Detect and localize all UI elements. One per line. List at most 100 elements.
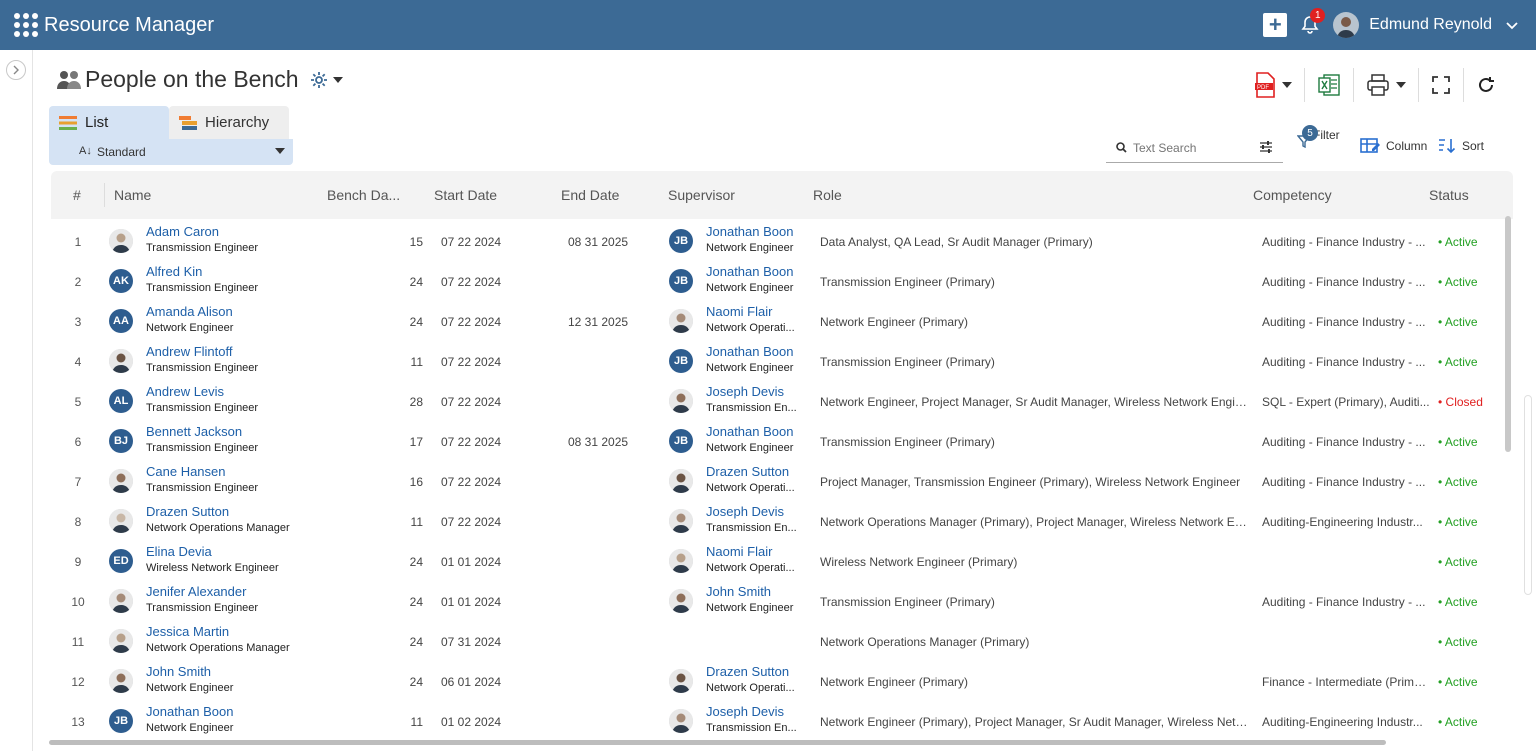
excel-export-button[interactable]: [1305, 68, 1354, 102]
col-header-competency[interactable]: Competency: [1253, 187, 1332, 203]
supervisor-name-link[interactable]: Joseph Devis: [706, 704, 784, 719]
refresh-button[interactable]: [1464, 68, 1508, 102]
col-header-supervisor[interactable]: Supervisor: [668, 187, 735, 203]
competency: Auditing - Finance Industry - ...: [1262, 595, 1426, 609]
view-select[interactable]: A↓ Standard: [49, 139, 293, 165]
role: Transmission Engineer (Primary): [820, 595, 995, 609]
bench-days: 24: [409, 635, 423, 649]
col-header-role[interactable]: Role: [813, 187, 842, 203]
column-button[interactable]: Column: [1360, 137, 1427, 155]
table-row[interactable]: 2 AK Alfred Kin Transmission Engineer 24 07 2…: [51, 259, 1513, 299]
print-button[interactable]: [1354, 68, 1419, 102]
supervisor-name-link[interactable]: Jonathan Boon: [706, 224, 793, 239]
table-row[interactable]: 5 AL Andrew Levis Transmission Engineer 28 07…: [51, 379, 1513, 419]
competency: Auditing - Finance Industry - ...: [1262, 435, 1426, 449]
role: Project Manager, Transmission Engineer (…: [820, 475, 1241, 489]
table-row[interactable]: 1 Adam Caron Transmission Engineer 15 07 22 …: [51, 219, 1513, 259]
page-settings-button[interactable]: [309, 70, 343, 90]
supervisor-name-link[interactable]: John Smith: [706, 584, 771, 599]
person-name-link[interactable]: Jessica Martin: [146, 624, 229, 639]
search-input[interactable]: [1133, 140, 1253, 155]
competency: Auditing - Finance Industry - ...: [1262, 275, 1426, 289]
user-name[interactable]: Edmund Reynold: [1369, 16, 1492, 34]
person-name-link[interactable]: Andrew Levis: [146, 384, 224, 399]
status-label: Active: [1444, 275, 1478, 289]
person-name-link[interactable]: John Smith: [146, 664, 211, 679]
horizontal-scrollbar[interactable]: [49, 740, 1386, 745]
start-date: 01 02 2024: [441, 715, 502, 729]
person-name-link[interactable]: Bennett Jackson: [146, 424, 242, 439]
avatar: [109, 229, 133, 253]
col-header-end-date[interactable]: End Date: [561, 187, 619, 203]
bench-days: 17: [409, 435, 423, 449]
status-badge: • Closed: [1438, 395, 1483, 409]
user-avatar[interactable]: [1333, 12, 1360, 38]
apps-grid-icon[interactable]: [14, 13, 38, 37]
chevron-right-icon: [13, 65, 19, 75]
sort-button[interactable]: Sort: [1438, 137, 1484, 155]
bench-days: 24: [409, 315, 423, 329]
table-row[interactable]: 11 Jessica Martin Network Operations Manag…: [51, 619, 1513, 659]
top-bar: Resource Manager + 1 Edmund Reynold: [0, 0, 1536, 50]
person-name-link[interactable]: Amanda Alison: [146, 304, 233, 319]
person-name-link[interactable]: Alfred Kin: [146, 264, 202, 279]
avatar: BJ: [109, 429, 133, 453]
person-name-link[interactable]: Jonathan Boon: [146, 704, 233, 719]
table-row[interactable]: 10 Jenifer Alexander Transmission Engineer…: [51, 579, 1513, 619]
col-header-num[interactable]: #: [73, 187, 81, 203]
pdf-export-button[interactable]: PDF: [1242, 68, 1305, 102]
col-header-name[interactable]: Name: [114, 187, 151, 203]
table-row[interactable]: 3 AA Amanda Alison Network Engineer 24 07 22 …: [51, 299, 1513, 339]
person-name-link[interactable]: Andrew Flintoff: [146, 344, 232, 359]
col-header-bench-days[interactable]: Bench Da...: [327, 187, 400, 203]
chevron-down-icon[interactable]: [1506, 17, 1518, 33]
start-date: 07 22 2024: [441, 275, 502, 289]
supervisor-name-link[interactable]: Naomi Flair: [706, 544, 772, 559]
supervisor-name-link[interactable]: Jonathan Boon: [706, 344, 793, 359]
add-button[interactable]: +: [1263, 13, 1288, 37]
sliders-icon[interactable]: [1259, 140, 1273, 157]
person-name-link[interactable]: Adam Caron: [146, 224, 219, 239]
table-row[interactable]: 4 Andrew Flintoff Transmission Engineer 11 0…: [51, 339, 1513, 379]
person-name-link[interactable]: Elina Devia: [146, 544, 212, 559]
supervisor-name-link[interactable]: Jonathan Boon: [706, 264, 793, 279]
supervisor-name-link[interactable]: Joseph Devis: [706, 504, 784, 519]
tab-hierarchy[interactable]: Hierarchy: [169, 106, 289, 139]
competency: Finance - Intermediate (Prima...: [1262, 675, 1430, 689]
table-row[interactable]: 13 JB Jonathan Boon Network Engineer 11 01 02…: [51, 699, 1513, 739]
table-row[interactable]: 8 Drazen Sutton Network Operations Manager…: [51, 499, 1513, 539]
vertical-scrollbar[interactable]: [1505, 216, 1511, 452]
status-badge: • Active: [1438, 475, 1478, 489]
notifications-button[interactable]: 1: [1297, 8, 1326, 38]
supervisor-name-link[interactable]: Naomi Flair: [706, 304, 772, 319]
person-name-link[interactable]: Cane Hansen: [146, 464, 226, 479]
person-title: Transmission Engineer: [146, 242, 259, 254]
expand-sidebar-button[interactable]: [6, 60, 26, 80]
avatar: AL: [109, 389, 133, 413]
status-badge: • Active: [1438, 635, 1478, 649]
supervisor-name-link[interactable]: Jonathan Boon: [706, 424, 793, 439]
col-header-start-date[interactable]: Start Date: [434, 187, 497, 203]
page-scrollbar[interactable]: [1524, 395, 1532, 595]
row-number: 11: [71, 635, 85, 649]
caret-down-icon: [1282, 82, 1292, 88]
table-row[interactable]: 7 Cane Hansen Transmission Engineer 16 07 22…: [51, 459, 1513, 499]
column-label: Column: [1386, 139, 1428, 153]
status-label: Active: [1444, 635, 1478, 649]
supervisor-name-link[interactable]: Drazen Sutton: [706, 464, 789, 479]
bench-days: 24: [409, 675, 423, 689]
fullscreen-icon: [1432, 76, 1450, 94]
supervisor-name-link[interactable]: Joseph Devis: [706, 384, 784, 399]
table-row[interactable]: 9 ED Elina Devia Wireless Network Engineer 2…: [51, 539, 1513, 579]
tab-list[interactable]: List: [49, 106, 169, 139]
view-select-value: Standard: [97, 145, 146, 159]
tab-list-label: List: [85, 114, 109, 131]
table-row[interactable]: 12 John Smith Network Engineer 24 06 01 2024…: [51, 659, 1513, 699]
supervisor-name-link[interactable]: Drazen Sutton: [706, 664, 789, 679]
col-header-status[interactable]: Status: [1429, 187, 1469, 203]
person-name-link[interactable]: Drazen Sutton: [146, 504, 229, 519]
table-row[interactable]: 6 BJ Bennett Jackson Transmission Engineer 1…: [51, 419, 1513, 459]
person-name-link[interactable]: Jenifer Alexander: [146, 584, 246, 599]
fullscreen-button[interactable]: [1419, 68, 1464, 102]
filter-button[interactable]: 5 Filter: [1297, 125, 1340, 148]
